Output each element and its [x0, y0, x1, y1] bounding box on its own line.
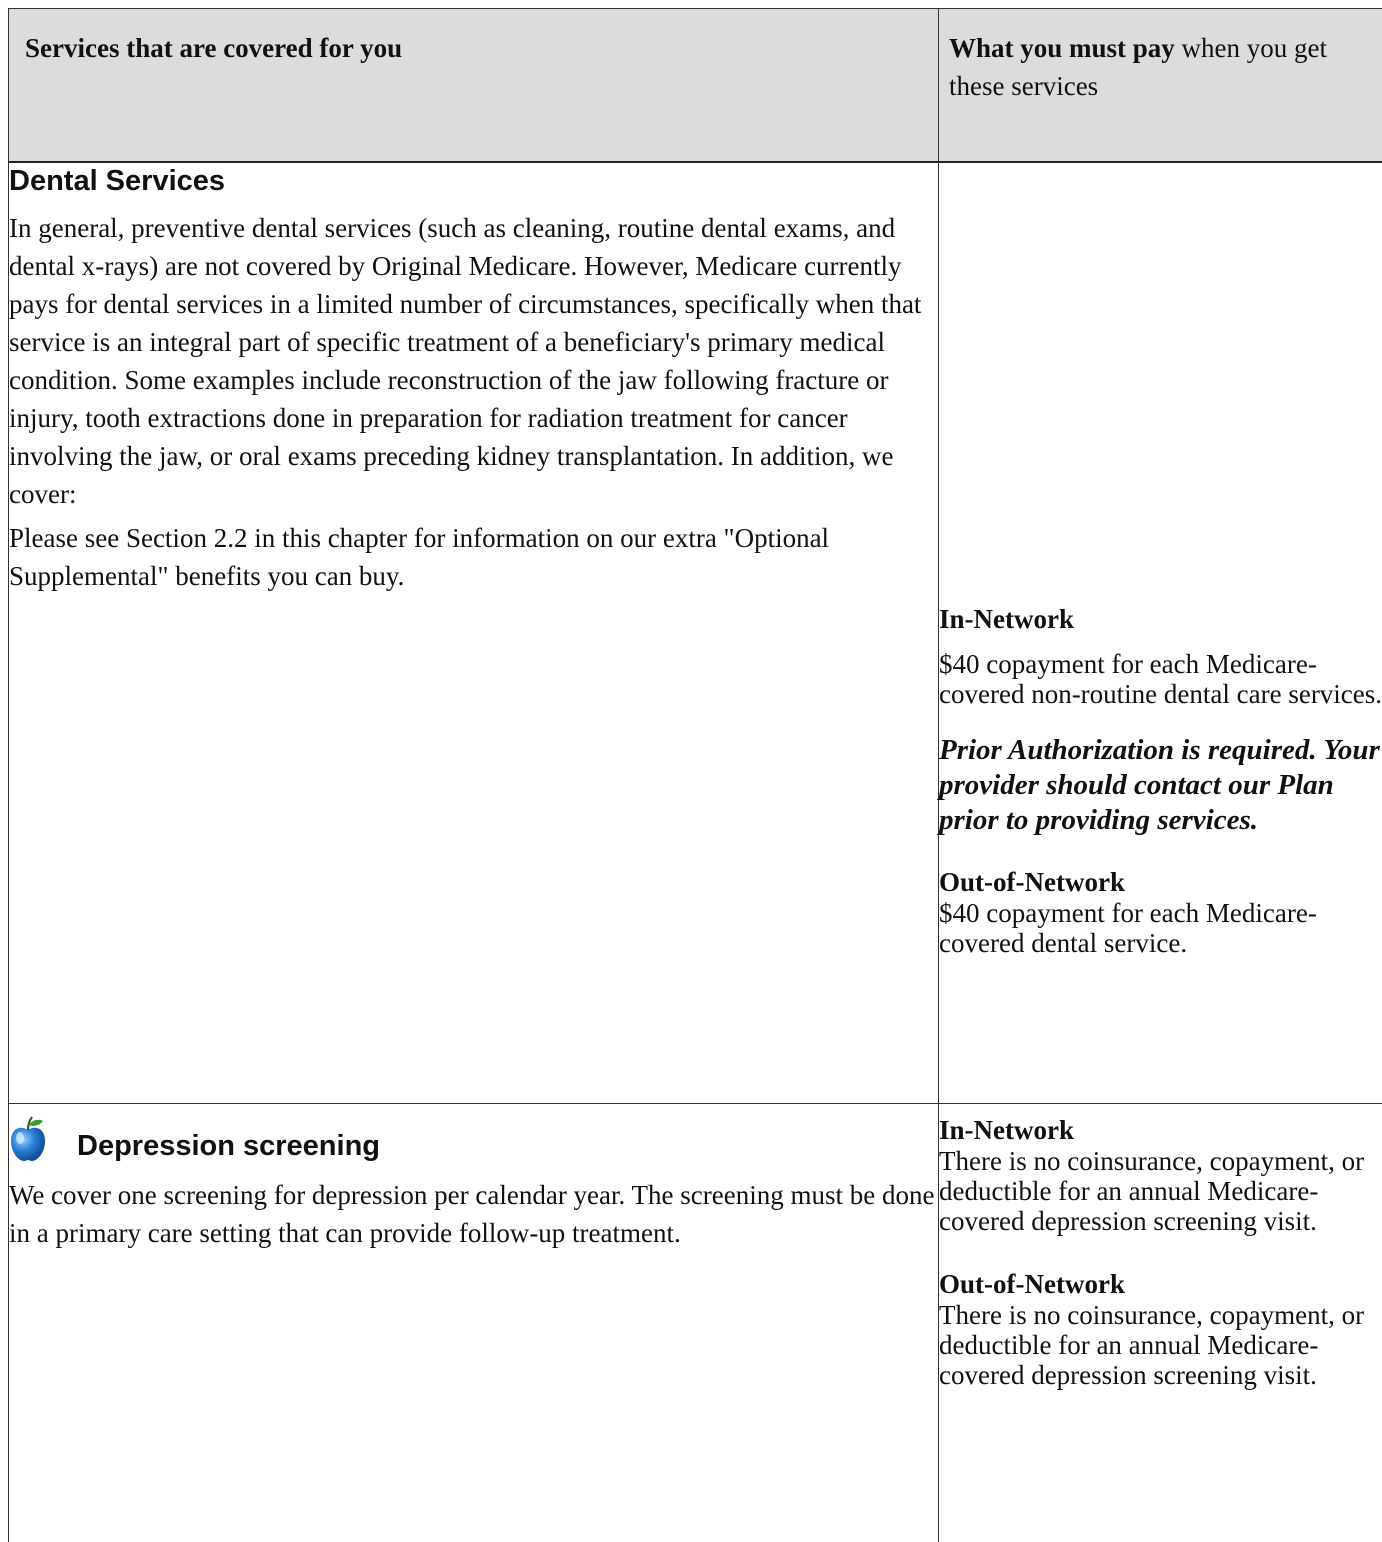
dental-supplemental-note: Please see Section 2.2 in this chapter f…	[9, 519, 938, 595]
table-header-row: Services that are covered for you What y…	[9, 9, 1382, 163]
dental-in-network-text: $40 copayment for each Medicare-covered …	[939, 649, 1382, 709]
dental-in-network-label: In-Network	[939, 603, 1382, 635]
depression-out-network-text: There is no coinsurance, copayment, or d…	[939, 1300, 1382, 1390]
dental-title: Dental Services	[9, 163, 938, 199]
depression-service-cell: Depression screening We cover one screen…	[9, 1104, 939, 1542]
dental-payment-cell: In-Network $40 copayment for each Medica…	[939, 162, 1382, 1104]
table-row-depression: Depression screening We cover one screen…	[9, 1104, 1382, 1542]
table-row-dental: Dental Services In general, preventive d…	[9, 162, 1382, 1104]
depression-out-network-label: Out-of-Network	[939, 1268, 1382, 1300]
depression-title: Depression screening	[77, 1128, 380, 1164]
depression-heading: Depression screening	[9, 1116, 938, 1162]
dental-service-cell: Dental Services In general, preventive d…	[9, 162, 939, 1104]
depression-payment-cell: In-Network There is no coinsurance, copa…	[939, 1104, 1382, 1542]
services-header-label: Services that are covered for you	[25, 33, 402, 63]
payment-column-header: What you must pay when you get these ser…	[939, 9, 1382, 163]
depression-description: We cover one screening for depression pe…	[9, 1176, 938, 1252]
benefits-chart-page: Services that are covered for you What y…	[8, 8, 1382, 1509]
apple-icon	[9, 1116, 47, 1162]
benefits-table: Services that are covered for you What y…	[8, 8, 1382, 1542]
depression-in-network-label: In-Network	[939, 1114, 1382, 1146]
services-column-header: Services that are covered for you	[9, 9, 939, 163]
depression-in-network-text: There is no coinsurance, copayment, or d…	[939, 1146, 1382, 1236]
dental-prior-authorization: Prior Authorization is required. Your pr…	[939, 733, 1382, 838]
dental-out-network-text: $40 copayment for each Medicare-covered …	[939, 898, 1382, 958]
dental-out-network-label: Out-of-Network	[939, 866, 1382, 898]
dental-description: In general, preventive dental services (…	[9, 209, 938, 513]
payment-header-bold: What you must pay	[949, 33, 1175, 63]
